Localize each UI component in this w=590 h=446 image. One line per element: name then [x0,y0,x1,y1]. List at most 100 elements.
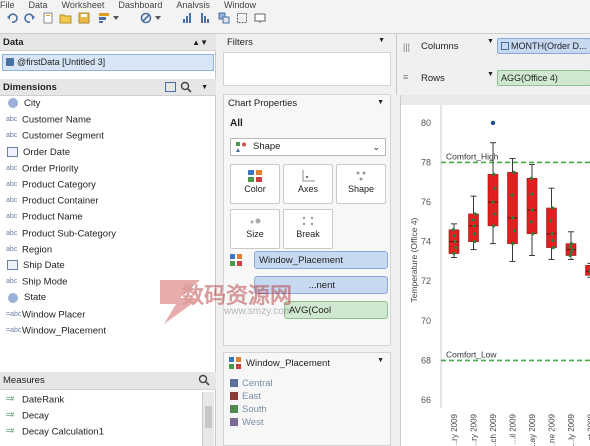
axes-icon [301,170,315,182]
calendar-icon [7,147,18,158]
dimension-item[interactable]: Ship Date [6,258,65,274]
data-point [569,242,573,246]
columns-icon: ||| [403,42,411,52]
undo-icon[interactable] [4,10,19,25]
group-icon[interactable] [216,10,231,25]
dimension-item[interactable]: abc Product Sub-Category [6,226,116,242]
save-icon[interactable] [76,10,91,25]
redo-icon[interactable] [22,10,37,25]
data-point [453,240,457,244]
menu-item[interactable]: Window [224,1,256,9]
chevron-down-icon[interactable] [112,10,120,25]
clear-icon[interactable] [138,10,153,25]
box-plot: 66 68 70 72 74 76 78 80 Temperature (Office 4) Co… [409,105,590,446]
legend-swatch [230,405,238,413]
dimension-item[interactable]: abc Order Priority [6,161,78,177]
shape-button[interactable]: Shape [336,164,386,204]
legend-label: West [242,417,264,428]
columns-label: Columns [421,41,459,52]
menu-item[interactable]: File [0,1,15,9]
string-type-icon: abc [6,213,18,221]
columns-pill[interactable]: MONTH(Order D... [497,38,590,54]
presentation-icon[interactable] [252,10,267,25]
legend-item[interactable]: Central [228,377,388,390]
dimension-item[interactable]: abc Ship Mode [6,274,67,290]
color-pill[interactable]: Window_Placement [254,251,388,269]
pane-menu-icon[interactable]: ▲▼ [192,34,208,51]
data-point [471,218,475,222]
measure-item[interactable]: =# DateRank [6,392,64,408]
sort-descending-icon[interactable] [198,10,213,25]
scrollbar-thumb[interactable] [205,406,212,428]
shape-icon [354,170,368,182]
dimension-item[interactable]: abc Product Container [6,193,99,209]
chevron-down-icon[interactable]: ▼ [377,99,384,106]
columns-pill-label: MONTH(Order D... [511,41,587,51]
y-tick-label: 76 [421,197,431,207]
menu-item[interactable]: Dashboard [118,1,162,9]
fit-icon[interactable] [234,10,249,25]
dimension-label: Product Sub-Category [22,228,116,240]
menu-item[interactable]: Data [29,1,48,9]
dimension-item[interactable]: abc Region [6,242,52,258]
watermark-url: www.smzy.com [224,306,293,317]
legend-label: East [242,391,262,402]
chart-view[interactable]: 66 68 70 72 74 76 78 80 Temperature (Office 4) Co… [400,95,590,446]
chevron-down-icon[interactable]: ▼ [201,79,208,96]
new-worksheet-icon[interactable] [40,10,55,25]
dimension-item[interactable]: =abcWindow_Placement [6,323,106,339]
chevron-down-icon[interactable]: ▼ [487,71,494,78]
axes-button[interactable]: Axes [283,164,333,204]
view-data-icon[interactable] [165,82,176,92]
y-tick-label: 80 [421,118,431,128]
legend-swatch [230,379,238,387]
dimension-item[interactable]: abc Product Category [6,177,96,193]
highlight-icon[interactable] [96,10,111,25]
color-button[interactable]: Color [230,164,280,204]
chevron-down-icon[interactable]: ▼ [377,357,384,364]
dimension-item[interactable]: abc Customer Segment [6,128,104,144]
legend-item[interactable]: East [228,390,388,403]
globe-icon [8,98,18,109]
chevron-down-icon[interactable] [154,10,162,25]
string-type-icon: abc [6,229,18,237]
dimension-item[interactable]: abc Customer Name [6,112,91,128]
menu-item[interactable]: Analysis [176,1,210,9]
dimension-label: Window_Placement [22,325,106,337]
legend-swatch [230,392,238,400]
color-icon [230,254,243,267]
search-icon[interactable] [198,374,210,392]
data-point [473,212,477,216]
dimension-label: Ship Date [23,260,65,271]
mark-type-select[interactable]: Shape ⌄ [230,138,386,156]
legend-item[interactable]: South [228,403,388,416]
color-icon [248,170,262,182]
chevron-down-icon[interactable]: ▼ [487,38,494,45]
datasource-item[interactable]: @firstData [Untitled 3] [2,54,214,71]
chevron-down-icon[interactable]: ▼ [378,37,385,44]
sort-ascending-icon[interactable] [180,10,195,25]
size-button[interactable]: Size [230,209,280,249]
break-button[interactable]: Break [283,209,333,249]
dimension-item[interactable]: abc Product Name [6,209,83,225]
search-icon[interactable] [180,81,192,99]
filters-drop-area[interactable] [223,52,391,86]
measure-item[interactable]: =# Decay Calculation1 [6,424,104,440]
dimension-item[interactable]: City [6,96,40,112]
data-point [452,251,456,256]
string-type-icon: abc [6,164,18,172]
chevron-down-icon: ⌄ [372,142,380,152]
dimension-label: Product Container [22,195,99,207]
menu-item[interactable]: Worksheet [62,1,105,9]
dimension-item[interactable]: =abcWindow Placer [6,307,85,323]
dimension-item[interactable]: State [6,290,46,306]
rows-pill[interactable]: AGG(Office 4) [497,70,590,86]
dimension-label: State [24,292,47,304]
scrollbar[interactable] [202,392,214,446]
dimension-label: Product Category [22,179,96,191]
dimension-item[interactable]: Order Date [6,145,70,161]
measure-item[interactable]: =# Decay [6,408,49,424]
datasource-label: @firstData [Untitled 3] [17,57,106,67]
legend-item[interactable]: West [228,416,388,429]
open-folder-icon[interactable] [58,10,73,25]
